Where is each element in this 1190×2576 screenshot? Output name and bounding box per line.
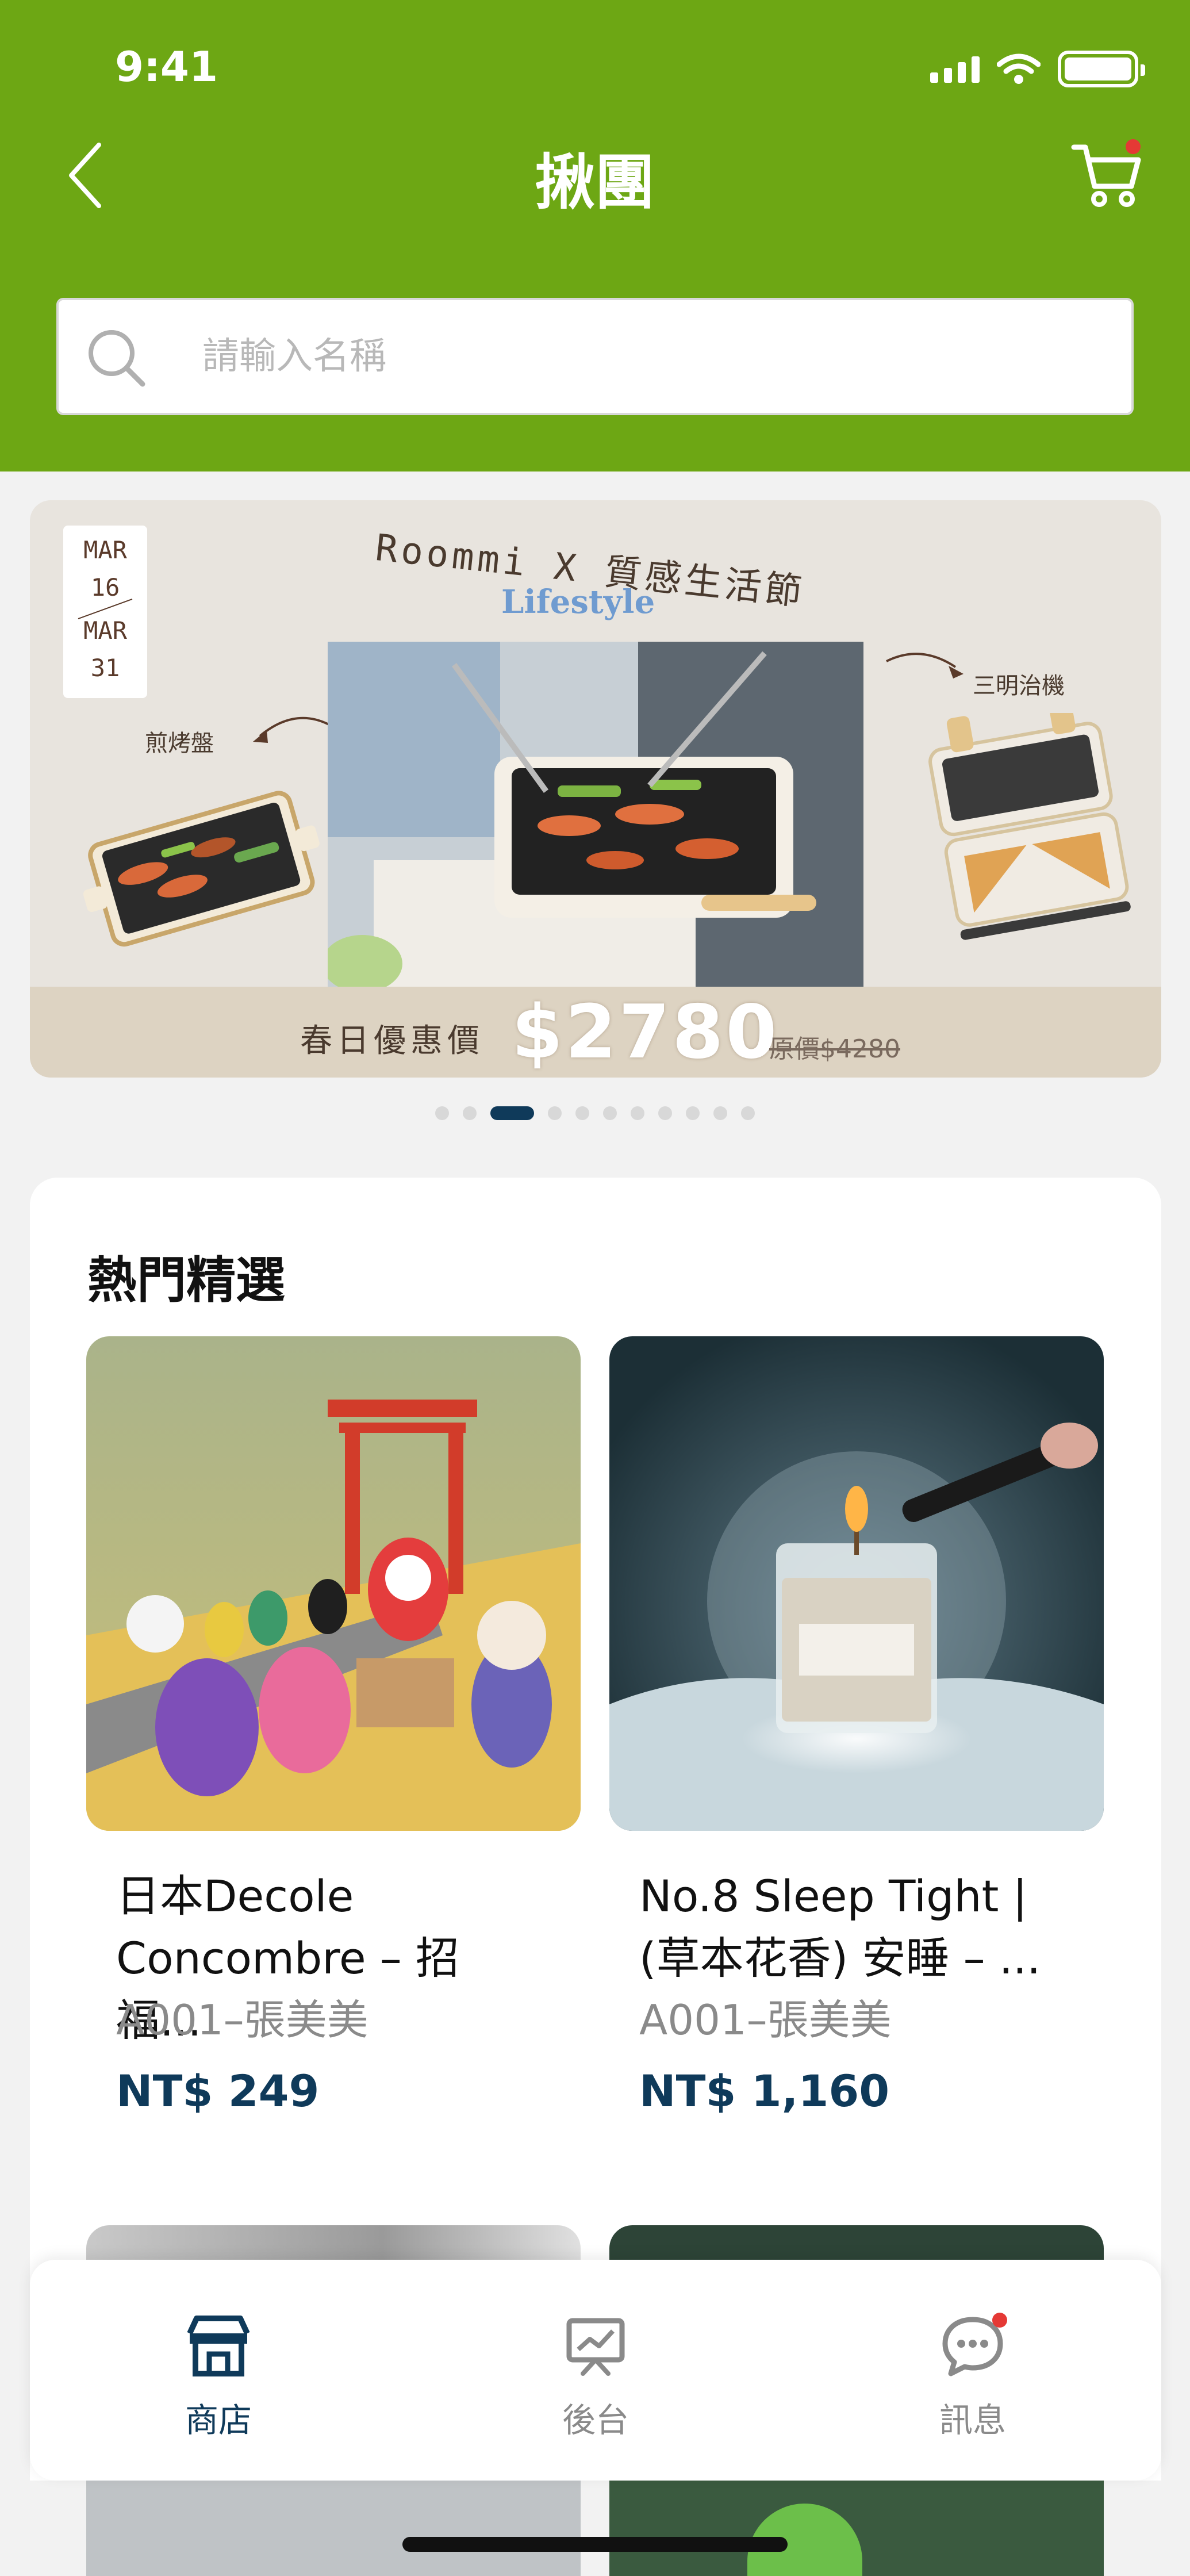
battery-icon [1058, 51, 1145, 87]
message-notification-badge [992, 2313, 1007, 2328]
app-header: 9:41 揪團 [0, 0, 1190, 471]
product-price: NT$ 249 [116, 2065, 320, 2117]
search-input[interactable] [202, 300, 1099, 413]
curved-arrow-icon [886, 653, 963, 678]
date-start-month: MAR [83, 536, 127, 564]
date-end-day: 31 [90, 654, 120, 683]
cart-notification-badge [1126, 139, 1141, 154]
grill-plate-image [83, 791, 320, 947]
bottom-tab-bar: 商店 後台 訊息 [30, 2260, 1161, 2481]
product-image[interactable] [609, 1336, 1104, 1831]
product-seller: A001–張美美 [116, 1996, 368, 2044]
product-card[interactable]: 日本Decole Concombre – 招福... A001–張美美 NT$ … [86, 1336, 581, 2141]
date-range-badge: MAR 16 MAR 31 [63, 526, 147, 698]
curved-arrow-icon [253, 716, 329, 743]
carousel-dot[interactable] [741, 1106, 755, 1120]
product-name[interactable]: No.8 Sleep Tight | (草本花香) 安睡 – ... [639, 1865, 1053, 1989]
carousel-dot[interactable] [658, 1106, 672, 1120]
original-price: 原價$4280 [769, 1034, 900, 1064]
wifi-icon [997, 53, 1041, 84]
store-icon [187, 2316, 250, 2376]
carousel-indicator[interactable] [0, 1106, 1190, 1120]
search-bar[interactable] [56, 298, 1134, 415]
promo-price: $2780 [512, 990, 780, 1075]
status-icons [930, 51, 1145, 87]
carousel-dot[interactable] [713, 1106, 727, 1120]
product-card[interactable]: No.8 Sleep Tight | (草本花香) 安睡 – ... A001–… [609, 1336, 1104, 2141]
carousel-dot[interactable] [686, 1106, 700, 1120]
tab-backend[interactable]: 後台 [509, 2312, 682, 2441]
analytics-board-icon [566, 2318, 625, 2376]
tab-store[interactable]: 商店 [132, 2312, 305, 2441]
scroll-continuation [0, 2481, 1190, 2576]
product-price: NT$ 1,160 [639, 2065, 890, 2117]
signal-icon [930, 55, 980, 83]
tab-label: 商店 [185, 2401, 252, 2440]
carousel-dot[interactable] [435, 1106, 449, 1120]
sandwich-maker-label: 三明治機 [973, 673, 1065, 699]
grill-label: 煎烤盤 [145, 730, 214, 757]
carousel-dot[interactable] [463, 1106, 477, 1120]
carousel-dot[interactable] [548, 1106, 562, 1120]
carousel-dot[interactable] [631, 1106, 644, 1120]
product-seller: A001–張美美 [639, 1996, 892, 2044]
status-time: 9:41 [115, 43, 218, 91]
carousel-dot[interactable] [490, 1106, 534, 1120]
search-icon [89, 330, 145, 387]
tab-label: 訊息 [939, 2401, 1006, 2440]
carousel-dot[interactable] [575, 1106, 589, 1120]
bbq-grill-photo [328, 642, 863, 987]
tab-messages[interactable]: 訊息 [886, 2312, 1059, 2441]
promo-price-label: 春日優惠價 [300, 1022, 484, 1060]
home-indicator[interactable] [402, 2537, 788, 2552]
date-end-month: MAR [83, 616, 127, 645]
section-title: 熱門精選 [87, 1252, 285, 1309]
promo-banner[interactable]: MAR 16 MAR 31 Roommi X 質感生活節 Lifestyle 煎… [30, 500, 1161, 1078]
date-start-day: 16 [90, 573, 120, 602]
carousel-dot[interactable] [603, 1106, 617, 1120]
sandwich-maker-image [928, 713, 1131, 940]
banner-subtitle: Lifestyle [501, 583, 655, 621]
product-image[interactable] [86, 1336, 581, 1831]
page-title: 揪團 [535, 147, 655, 217]
tab-label: 後台 [562, 2401, 629, 2440]
